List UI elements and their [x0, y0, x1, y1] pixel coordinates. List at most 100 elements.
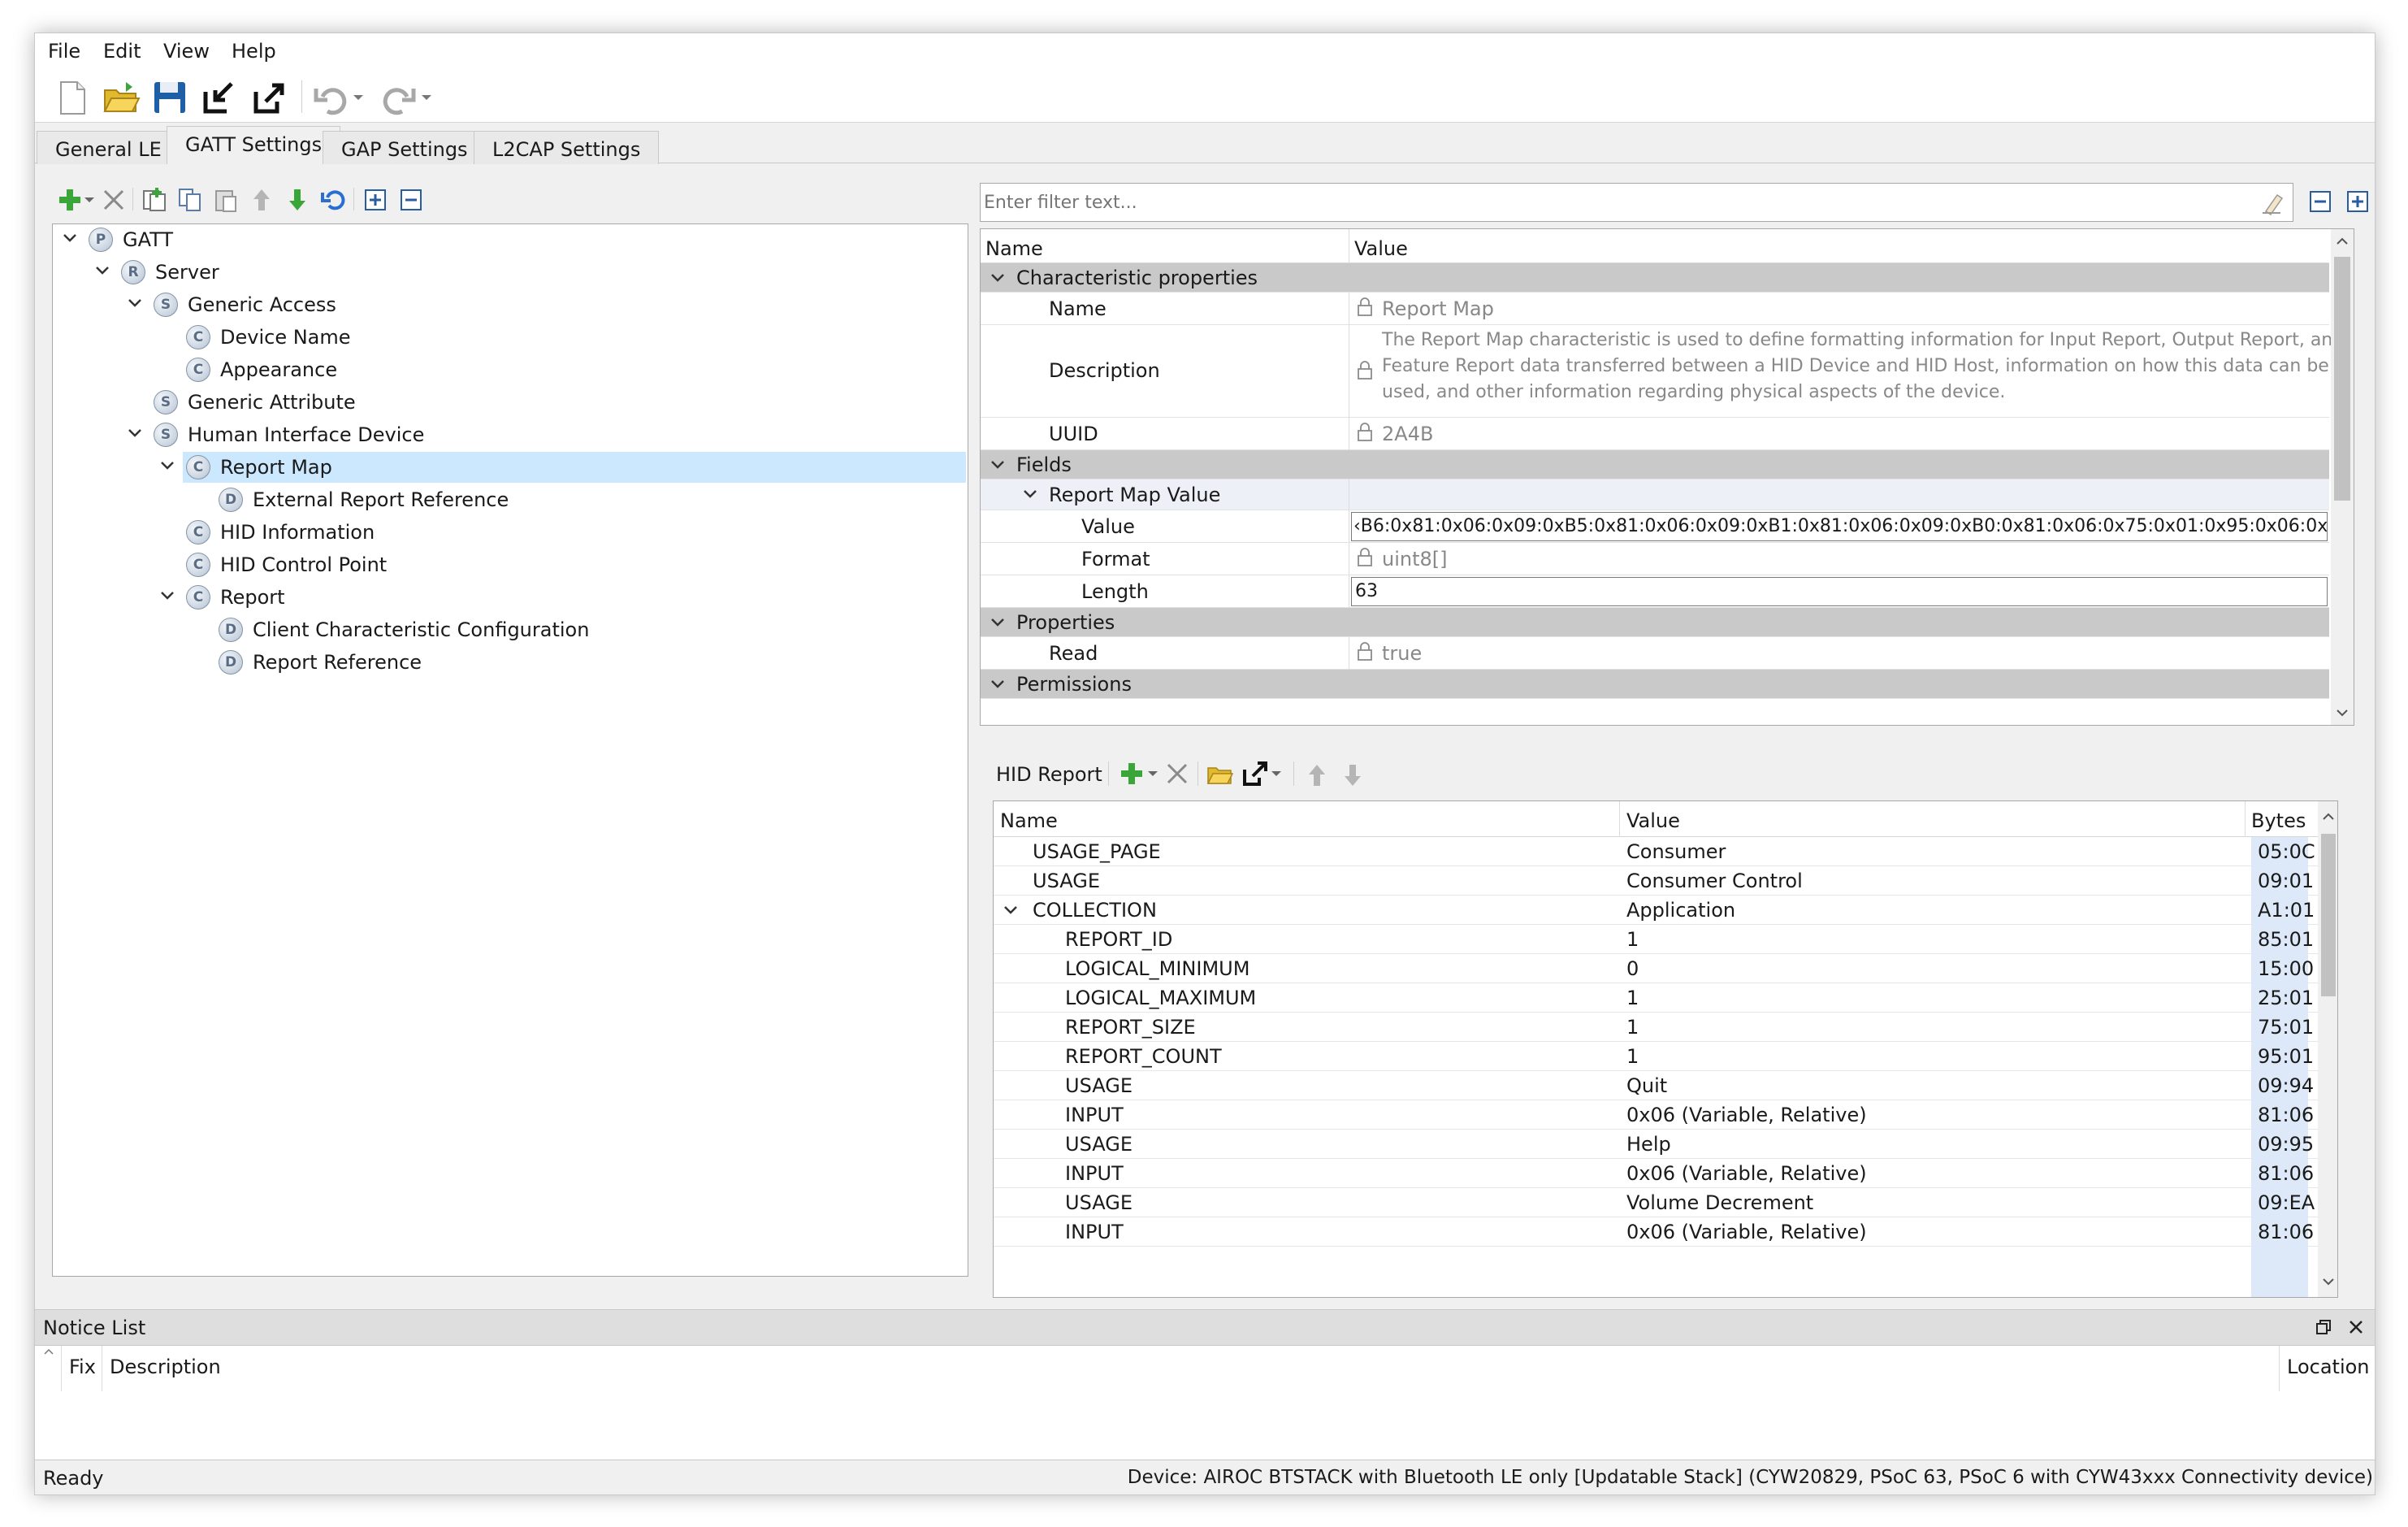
tree-item-generic-attribute[interactable]: S Generic Attribute — [53, 387, 968, 418]
tree-item-report-reference[interactable]: D Report Reference — [53, 647, 968, 678]
tree-item-hid-information[interactable]: C HID Information — [53, 517, 968, 548]
property-row-description[interactable]: Description The Report Map characteristi… — [981, 325, 2344, 418]
hid-row[interactable]: USAGE Volume Decrement 09:EA — [994, 1188, 2318, 1217]
tree-item-generic-access[interactable]: S Generic Access — [53, 289, 968, 320]
chevron-down-icon[interactable] — [989, 614, 1007, 631]
scroll-down-icon[interactable] — [2336, 709, 2349, 718]
property-row-uuid[interactable]: UUID 2A4B — [981, 418, 2329, 450]
hid-row-collection[interactable]: COLLECTION Application A1:01 — [994, 896, 2318, 925]
tree-item-device-name[interactable]: C Device Name — [53, 322, 968, 353]
property-row-report-map-value[interactable]: Report Map Value — [981, 479, 2329, 510]
column-header-location[interactable]: Location — [2287, 1356, 2370, 1378]
tab-gatt-settings[interactable]: GATT Settings — [167, 126, 341, 164]
copy-add-icon[interactable] — [141, 186, 168, 214]
move-up-icon[interactable] — [1303, 761, 1331, 789]
copy-icon[interactable] — [176, 186, 204, 214]
hid-row[interactable]: USAGE Quit 09:94 — [994, 1071, 2318, 1100]
filter-input[interactable] — [984, 187, 2235, 218]
save-icon[interactable] — [150, 79, 189, 116]
hid-row[interactable]: LOGICAL_MINIMUM 0 15:00 — [994, 954, 2318, 983]
scroll-up-icon[interactable] — [2336, 236, 2349, 245]
tree-item-report[interactable]: C Report — [53, 582, 968, 613]
add-dropdown-icon[interactable] — [1146, 760, 1160, 787]
redo-dropdown-icon[interactable] — [418, 79, 435, 116]
menu-view[interactable]: View — [163, 40, 210, 63]
tree-item-report-map[interactable]: C Report Map — [53, 452, 968, 483]
category-permissions[interactable]: Permissions — [981, 670, 2329, 699]
new-file-icon[interactable] — [53, 79, 92, 116]
hid-row[interactable]: INPUT 0x06 (Variable, Relative) 81:06 — [994, 1159, 2318, 1188]
tree-item-appearance[interactable]: C Appearance — [53, 354, 968, 385]
move-up-icon[interactable] — [248, 186, 275, 214]
hid-row[interactable]: REPORT_SIZE 1 75:01 — [994, 1013, 2318, 1042]
property-row-value[interactable]: Value ‹B6:0x81:0x06:0x09:0xB5:0x81:0x06:… — [981, 510, 2329, 543]
add-icon[interactable] — [56, 186, 84, 214]
clear-filter-icon[interactable] — [2259, 190, 2285, 216]
scroll-thumb[interactable] — [2321, 834, 2336, 996]
scroll-thumb[interactable] — [2334, 257, 2350, 501]
hid-row[interactable]: INPUT 0x06 (Variable, Relative) 81:06 — [994, 1100, 2318, 1130]
hid-row[interactable]: INPUT 0x06 (Variable, Relative) 81:06 — [994, 1217, 2318, 1247]
length-field[interactable]: 63 — [1351, 577, 2328, 606]
menu-help[interactable]: Help — [232, 40, 276, 63]
move-down-icon[interactable] — [1339, 761, 1366, 789]
category-properties[interactable]: Properties — [981, 608, 2329, 637]
collapse-all-icon[interactable] — [397, 186, 425, 214]
paste-icon[interactable] — [212, 186, 240, 214]
tab-l2cap-settings[interactable]: L2CAP Settings — [474, 131, 660, 164]
delete-icon[interactable] — [100, 186, 128, 214]
export-icon[interactable] — [251, 79, 290, 116]
property-grid-scrollbar[interactable] — [2331, 229, 2354, 725]
property-row-read[interactable]: Read true — [981, 637, 2329, 670]
chevron-down-icon[interactable] — [126, 424, 144, 442]
hid-row[interactable]: USAGE Help 09:95 — [994, 1130, 2318, 1159]
add-dropdown-icon[interactable] — [82, 186, 97, 214]
property-row-name[interactable]: Name Report Map — [981, 293, 2329, 325]
undo-dropdown-icon[interactable] — [350, 79, 366, 116]
chevron-down-icon[interactable] — [61, 229, 79, 247]
add-icon[interactable] — [1118, 760, 1146, 787]
category-characteristic-properties[interactable]: Characteristic properties — [981, 263, 2329, 293]
scroll-down-icon[interactable] — [2322, 1278, 2335, 1287]
chevron-down-icon[interactable] — [93, 262, 111, 280]
expand-all-icon[interactable] — [362, 186, 389, 214]
chevron-down-icon[interactable] — [126, 294, 144, 312]
column-header-fix[interactable]: Fix — [69, 1356, 96, 1378]
restore-icon[interactable] — [2315, 1318, 2332, 1336]
expand-all-icon[interactable] — [2344, 188, 2371, 215]
chevron-down-icon[interactable] — [989, 269, 1007, 287]
hid-row[interactable]: LOGICAL_MAXIMUM 1 25:01 — [994, 983, 2318, 1013]
redo-icon[interactable] — [379, 79, 418, 116]
open-folder-icon[interactable] — [102, 79, 141, 116]
chevron-down-icon[interactable] — [158, 587, 176, 605]
menu-file[interactable]: File — [48, 40, 80, 63]
hid-table-scrollbar[interactable] — [2318, 801, 2337, 1297]
tree-item-gatt[interactable]: P GATT — [53, 224, 968, 255]
column-header-description[interactable]: Description — [110, 1356, 221, 1378]
chevron-down-icon[interactable] — [1002, 901, 1020, 919]
value-field[interactable]: ‹B6:0x81:0x06:0x09:0xB5:0x81:0x06:0x09:0… — [1351, 512, 2328, 541]
tree-item-server[interactable]: R Server — [53, 257, 968, 288]
delete-icon[interactable] — [1163, 760, 1191, 787]
export-dropdown-icon[interactable] — [1269, 760, 1284, 787]
property-row-format[interactable]: Format uint8[] — [981, 543, 2329, 575]
chevron-down-icon[interactable] — [158, 457, 176, 475]
property-row-length[interactable]: Length 63 — [981, 575, 2329, 608]
tree-item-human-interface-device[interactable]: S Human Interface Device — [53, 419, 968, 450]
move-down-icon[interactable] — [284, 186, 311, 214]
chevron-down-icon[interactable] — [1021, 485, 1039, 503]
tree-item-external-report-reference[interactable]: D External Report Reference — [53, 484, 968, 515]
close-icon[interactable] — [2347, 1318, 2365, 1336]
open-folder-icon[interactable] — [1206, 760, 1233, 787]
tree-item-client-characteristic-configuration[interactable]: D Client Characteristic Configuration — [53, 614, 968, 645]
chevron-down-icon[interactable] — [989, 456, 1007, 474]
tree-item-hid-control-point[interactable]: C HID Control Point — [53, 549, 968, 580]
hid-row[interactable]: REPORT_COUNT 1 95:01 — [994, 1042, 2318, 1071]
export-icon[interactable] — [1241, 760, 1269, 787]
tab-general-le[interactable]: General LE — [37, 131, 180, 164]
chevron-down-icon[interactable] — [989, 675, 1007, 693]
category-fields[interactable]: Fields — [981, 450, 2329, 479]
reset-icon[interactable] — [319, 186, 347, 214]
collapse-all-icon[interactable] — [2306, 188, 2334, 215]
tab-gap-settings[interactable]: GAP Settings — [323, 131, 487, 164]
